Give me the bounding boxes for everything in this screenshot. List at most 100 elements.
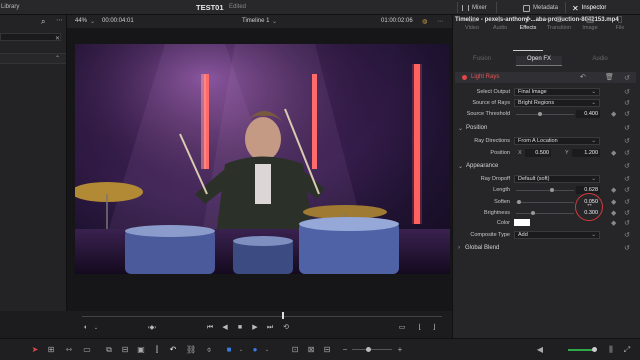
position-y-value[interactable]: 1.200 [572, 149, 600, 157]
match-frame-icon[interactable]: ▭ [397, 323, 407, 333]
chevron-down-icon[interactable]: ⌄ [272, 18, 277, 25]
timeline-zoom-knob[interactable] [366, 347, 371, 352]
chevron-down-icon[interactable]: ⌄ [458, 163, 463, 170]
tab-transition[interactable]: ⧗ Transition [544, 13, 574, 37]
reset-icon[interactable]: ↺ [624, 163, 631, 170]
reset-icon[interactable]: ↺ [624, 150, 631, 157]
keyframe-icon[interactable]: ◆ [611, 150, 617, 157]
speaker-icon[interactable]: ◀ [535, 345, 545, 355]
trim-tool-icon[interactable]: ⊞ [46, 345, 56, 355]
volume-knob[interactable] [592, 347, 597, 352]
soften-knob[interactable] [517, 200, 521, 204]
chevron-down-icon[interactable]: ⌄ [90, 18, 95, 25]
mark-in-icon[interactable]: ⌊ [415, 323, 425, 333]
skip-to-end-icon[interactable]: ⏭ [265, 323, 275, 333]
zoom-in-icon[interactable]: + [395, 345, 405, 355]
chevron-down-icon[interactable]: ⌄ [236, 345, 246, 355]
tab-effects[interactable]: ✧ Effects [513, 13, 543, 37]
brightness-knob[interactable] [531, 211, 535, 215]
fullscreen-icon[interactable]: ⤢ [622, 345, 632, 355]
reset-icon[interactable]: ↺ [624, 187, 631, 194]
skip-to-start-icon[interactable]: ⏮ [205, 323, 215, 333]
subtab-audio[interactable]: Audio [580, 56, 620, 66]
position-section-title[interactable]: Position [466, 125, 487, 131]
linked-selection-icon[interactable]: ⛓ [186, 345, 196, 355]
zoom-out-icon[interactable]: − [340, 345, 350, 355]
source-threshold-knob[interactable] [538, 112, 542, 116]
appearance-section-title[interactable]: Appearance [466, 163, 498, 169]
close-icon[interactable]: ✕ [55, 35, 60, 42]
link-icon[interactable]: ↶ [168, 345, 178, 355]
replace-clip-icon[interactable]: ▣ [136, 345, 146, 355]
reset-icon[interactable]: ↺ [624, 75, 631, 82]
source-threshold-slider[interactable] [516, 114, 574, 115]
zoom-level[interactable]: 44% [75, 18, 87, 24]
timeline-zoom-slider[interactable] [352, 349, 392, 350]
timeline-selector[interactable]: Timeline 1 [242, 18, 269, 24]
scrubber-bar[interactable] [82, 316, 442, 317]
volume-slider[interactable] [568, 349, 594, 351]
stop-icon[interactable]: ■ [235, 323, 245, 333]
tab-file[interactable]: ▯ File [605, 13, 635, 37]
effect-enable-toggle[interactable] [462, 75, 467, 80]
color-swatch[interactable] [514, 219, 530, 226]
ray-dropoff-dropdown[interactable]: Default (soft) ⌄ [514, 175, 600, 183]
keyframe-icon[interactable]: ◆ [611, 111, 617, 118]
ray-directions-dropdown[interactable]: From A Location ⌄ [514, 137, 600, 145]
reset-icon[interactable]: ↺ [624, 199, 631, 206]
more-options-icon[interactable]: ⋯ [437, 18, 443, 25]
playhead[interactable] [282, 312, 284, 319]
color-wheel-icon[interactable]: ◍ [422, 18, 427, 25]
blade-tool-icon[interactable]: ▭ [82, 345, 92, 355]
select-output-dropdown[interactable]: Final Image ⌄ [514, 88, 600, 96]
search-input[interactable] [0, 33, 61, 41]
dynamic-trim-icon[interactable]: ⇿ [64, 345, 74, 355]
reset-icon[interactable]: ↺ [624, 232, 631, 239]
keyframe-icon[interactable]: ◆ [611, 220, 617, 227]
selection-tool-icon[interactable]: ➤ [30, 345, 40, 355]
subtab-fusion[interactable]: Fusion [462, 56, 502, 66]
reset-icon[interactable]: ↺ [624, 89, 631, 96]
brightness-slider[interactable] [516, 213, 574, 214]
reset-icon[interactable]: ↺ [624, 245, 631, 252]
keyframe-icon[interactable]: ◆ [611, 187, 617, 194]
play-icon[interactable]: ▶ [250, 323, 260, 333]
tab-video[interactable]: ▭ Video [457, 13, 487, 37]
audio-meter-icon[interactable]: ⫼ [606, 345, 616, 355]
reset-icon[interactable]: ↺ [624, 176, 631, 183]
position-x-value[interactable]: 0.500 [525, 149, 551, 157]
jog-icon[interactable]: ‹◆› [147, 323, 157, 333]
insert-clip-icon[interactable]: ⧉ [104, 345, 114, 355]
inspector-button[interactable]: ✕ Inspector [572, 3, 606, 13]
soften-slider[interactable] [516, 202, 574, 203]
subtab-open-fx[interactable]: Open FX [516, 56, 562, 66]
overwrite-clip-icon[interactable]: ⊟ [120, 345, 130, 355]
length-slider[interactable] [516, 190, 574, 191]
loop-icon[interactable]: ⟲ [281, 323, 291, 333]
keyframe-icon[interactable]: ◆ [611, 210, 617, 217]
source-threshold-value[interactable]: 0.400 [576, 110, 600, 118]
chevron-down-icon[interactable]: ⌄ [262, 345, 272, 355]
keyframe-icon[interactable]: ◆ [611, 199, 617, 206]
audio-output-icon[interactable]: ◐ [81, 323, 91, 333]
tab-image[interactable]: ▨ Image [575, 13, 605, 37]
play-reverse-icon[interactable]: ◀ [220, 323, 230, 333]
zoom-custom-icon[interactable]: ⊟ [322, 345, 332, 355]
reset-icon[interactable]: ↺ [624, 210, 631, 217]
marker-icon[interactable]: ● [250, 345, 260, 355]
reset-icon[interactable]: ↺ [624, 111, 631, 118]
undo-icon[interactable]: ↶ [580, 73, 586, 81]
more-options-icon[interactable]: ⋯ [56, 16, 63, 24]
zoom-full-icon[interactable]: ⊡ [290, 345, 300, 355]
metadata-button[interactable]: Metadata [523, 3, 558, 13]
reset-icon[interactable]: ↺ [624, 125, 631, 132]
position-lock-icon[interactable]: ⌽ [204, 345, 214, 355]
zoom-detail-icon[interactable]: ⊠ [306, 345, 316, 355]
reset-icon[interactable]: ↺ [624, 138, 631, 145]
mixer-button[interactable]: Mixer [462, 3, 487, 13]
flag-icon[interactable]: ■ [224, 345, 234, 355]
source-of-rays-dropdown[interactable]: Bright Regions ⌄ [514, 99, 600, 107]
global-blend-section-title[interactable]: Global Blend [465, 245, 499, 251]
chevron-down-icon[interactable]: ⌄ [458, 125, 463, 132]
composite-type-dropdown[interactable]: Add ⌄ [514, 231, 600, 239]
